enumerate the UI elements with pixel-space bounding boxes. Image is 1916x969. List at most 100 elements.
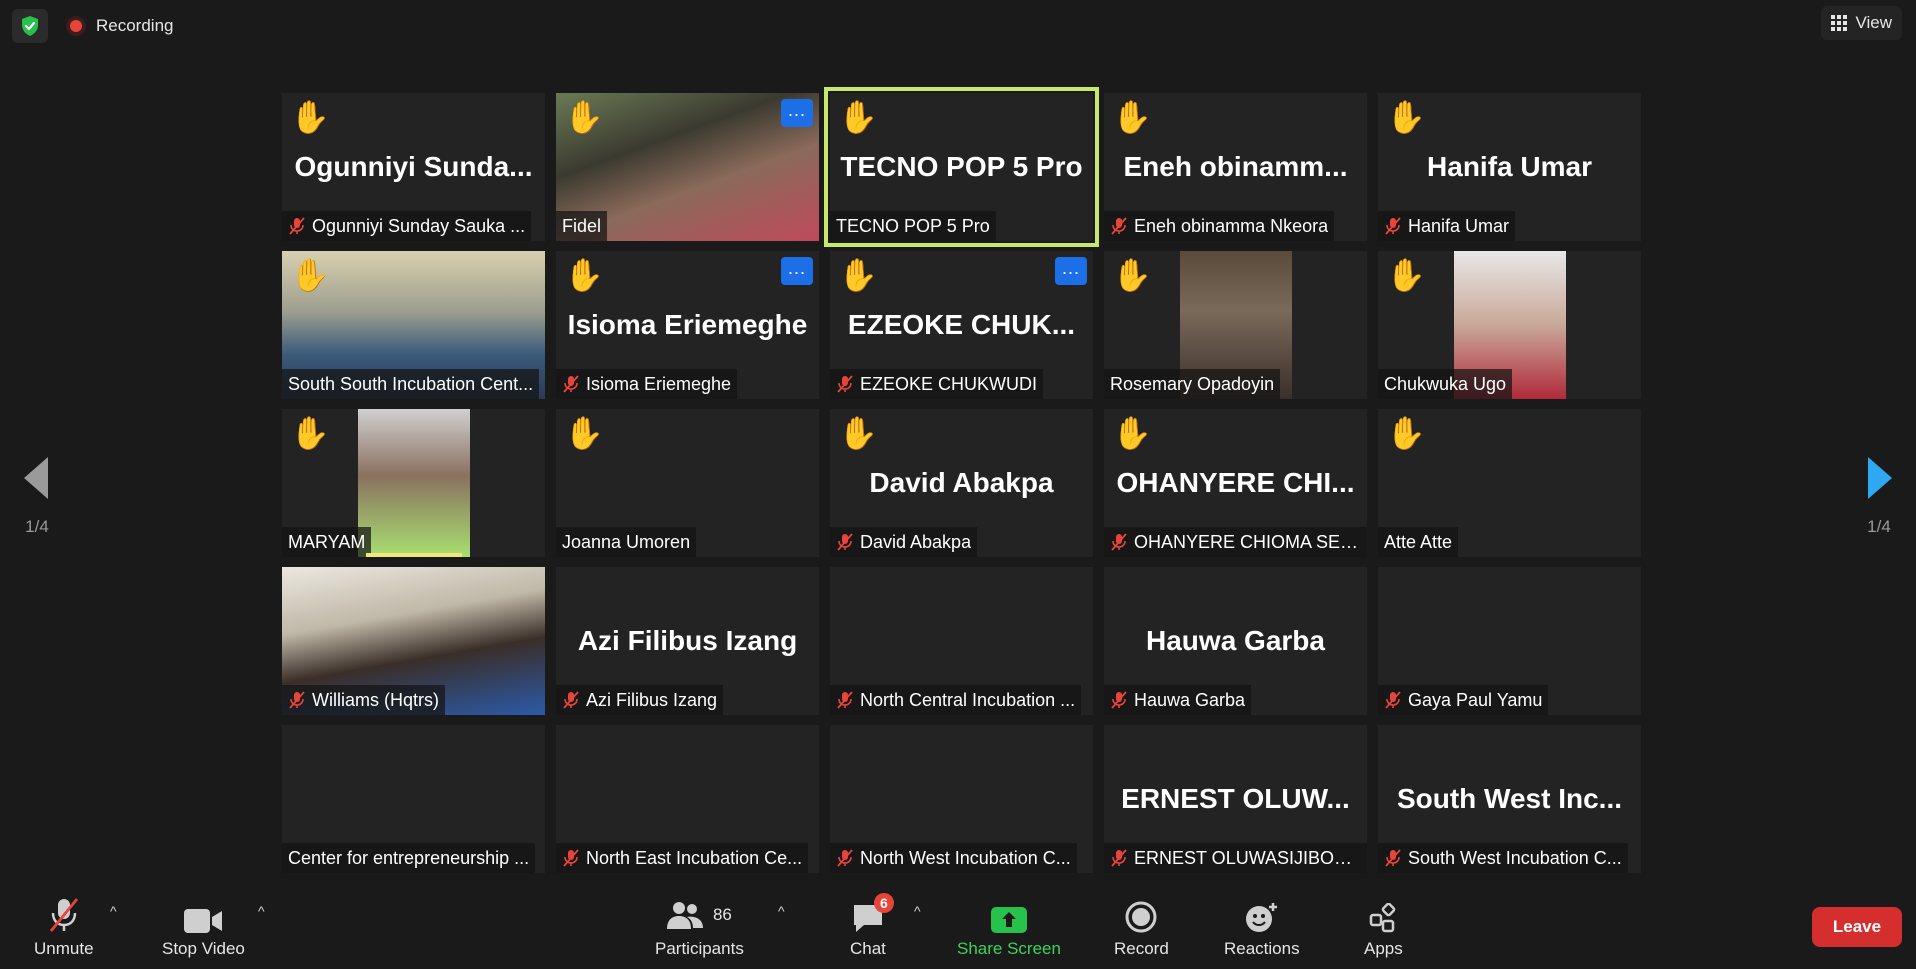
chat-button[interactable]: 6 Chat	[850, 893, 894, 959]
participant-name-bar: Center for entrepreneurship ...	[282, 843, 536, 873]
meeting-status-bar: Recording	[12, 9, 174, 43]
participant-name-bar: Joanna Umoren	[556, 527, 697, 557]
participants-options-chevron-up-icon[interactable]: ^	[778, 903, 785, 919]
microphone-muted-icon	[1110, 533, 1128, 551]
participant-tile[interactable]: Center for entrepreneurship ...	[282, 725, 545, 873]
raised-hand-icon: ✋	[290, 257, 330, 293]
participant-display-name: Eneh obinamm...	[1123, 151, 1348, 182]
participant-name: Joanna Umoren	[562, 531, 691, 552]
unmute-button[interactable]: Unmute	[34, 897, 94, 959]
participant-tile[interactable]: ERNEST OLUW... ERNEST OLUWASIJIBOMI ...	[1104, 725, 1367, 873]
participant-tile[interactable]: ✋ South South Incubation Cent...	[282, 251, 545, 399]
share-screen-button[interactable]: Share Screen	[957, 897, 1061, 959]
participant-display-name: Azi Filibus Izang	[577, 625, 798, 656]
microphone-muted-icon	[1110, 217, 1128, 235]
participant-name: Gaya Paul Yamu	[1408, 689, 1543, 710]
participant-tile[interactable]: ✋ Atte Atte	[1378, 409, 1641, 557]
next-page-icon[interactable]	[1866, 457, 1892, 499]
participant-tile[interactable]: North Central Incubation ...	[830, 567, 1093, 715]
reactions-label: Reactions	[1224, 939, 1300, 958]
raised-hand-icon: ✋	[564, 99, 604, 135]
participant-name-bar: North West Incubation C...	[830, 843, 1077, 873]
participant-name: Fidel	[562, 215, 602, 236]
raised-hand-icon: ✋	[564, 415, 604, 451]
participant-name-bar: OHANYERE CHIOMA SER...	[1104, 527, 1367, 557]
participant-tile[interactable]: EZEOKE CHUK... ✋... EZEOKE CHUKWUDI	[830, 251, 1093, 399]
participant-tile[interactable]: David Abakpa ✋ David Abakpa	[830, 409, 1093, 557]
participants-button[interactable]: 86 Participants	[655, 897, 744, 959]
apps-button[interactable]: Apps	[1364, 897, 1403, 959]
more-options-icon[interactable]: ...	[1055, 257, 1087, 285]
participant-display-name: Ogunniyi Sunda...	[294, 151, 533, 182]
view-button[interactable]: View	[1821, 6, 1902, 40]
participant-name: Atte Atte	[1384, 531, 1453, 552]
raised-hand-icon: ✋	[1386, 257, 1426, 293]
participant-gallery: Ogunniyi Sunda... ✋ Ogunniyi Sunday Sauka …	[282, 87, 1641, 873]
microphone-muted-icon	[1110, 691, 1128, 709]
participant-tile[interactable]: ✋ MARYAM	[282, 409, 545, 557]
participant-tile[interactable]: Williams (Hqtrs)	[282, 567, 545, 715]
participant-display-name: OHANYERE CHI...	[1116, 467, 1355, 498]
participant-tile[interactable]: Isioma Eriemeghe ✋... Isioma Eriemeghe	[556, 251, 819, 399]
participant-tile[interactable]: Ogunniyi Sunda... ✋ Ogunniyi Sunday Sauka …	[282, 93, 545, 241]
participant-name-bar: Atte Atte	[1378, 527, 1459, 557]
participant-tile[interactable]: Azi Filibus Izang Azi Filibus Izang	[556, 567, 819, 715]
audio-options-chevron-up-icon[interactable]: ^	[110, 903, 117, 919]
raised-hand-icon: ✋	[1386, 415, 1426, 451]
participant-name-bar: David Abakpa	[830, 527, 978, 557]
previous-page-icon[interactable]	[24, 457, 50, 499]
raised-hand-icon: ✋	[1112, 415, 1152, 451]
participant-name: David Abakpa	[860, 531, 972, 552]
meeting-toolbar: Unmute ^ Stop Video ^ 86 Participants ^ …	[0, 889, 1916, 969]
participant-name-bar: Ogunniyi Sunday Sauka ...	[282, 211, 532, 241]
participant-tile[interactable]: Hauwa Garba Hauwa Garba	[1104, 567, 1367, 715]
participant-tile[interactable]: ✋ Chukwuka Ugo	[1378, 251, 1641, 399]
participant-name-bar: Rosemary Opadoyin	[1104, 369, 1281, 399]
microphone-muted-icon	[836, 533, 854, 551]
participant-tile[interactable]: ✋... Fidel	[556, 93, 819, 241]
reactions-button[interactable]: Reactions	[1224, 897, 1300, 959]
chat-label: Chat	[850, 939, 886, 958]
video-options-chevron-up-icon[interactable]: ^	[258, 903, 265, 919]
stop-video-button[interactable]: Stop Video	[162, 897, 245, 959]
participant-name-bar: North Central Incubation ...	[830, 685, 1082, 715]
participant-display-name: Hanifa Umar	[1427, 151, 1592, 182]
raised-hand-icon: ✋	[1386, 99, 1426, 135]
participant-name-bar: Gaya Paul Yamu	[1378, 685, 1549, 715]
share-screen-label: Share Screen	[957, 939, 1061, 958]
participant-name: Williams (Hqtrs)	[312, 689, 439, 710]
participant-tile[interactable]: Eneh obinamm... ✋ Eneh obinamma Nkeora	[1104, 93, 1367, 241]
participant-tile[interactable]: North West Incubation C...	[830, 725, 1093, 873]
record-button[interactable]: Record	[1114, 897, 1169, 959]
recording-indicator[interactable]: Recording	[66, 16, 174, 36]
participant-tile[interactable]: OHANYERE CHI... ✋ OHANYERE CHIOMA SER...	[1104, 409, 1367, 557]
participant-tile[interactable]: Hanifa Umar ✋ Hanifa Umar	[1378, 93, 1641, 241]
participant-tile[interactable]: ✋ Joanna Umoren	[556, 409, 819, 557]
participant-name-bar: Hauwa Garba	[1104, 685, 1252, 715]
participant-tile[interactable]: North East Incubation Ce...	[556, 725, 819, 873]
participants-count: 86	[712, 905, 732, 924]
apps-icon	[1369, 897, 1397, 933]
participant-name: Isioma Eriemeghe	[586, 373, 732, 394]
chat-options-chevron-up-icon[interactable]: ^	[914, 903, 921, 919]
more-options-icon[interactable]: ...	[781, 99, 813, 127]
participants-icon	[666, 902, 703, 929]
next-page[interactable]: 1/4	[1866, 457, 1892, 537]
participant-name-bar: Azi Filibus Izang	[556, 685, 724, 715]
participant-name: Hauwa Garba	[1134, 689, 1246, 710]
previous-page[interactable]: 1/4	[24, 457, 50, 537]
more-options-icon[interactable]: ...	[781, 257, 813, 285]
participant-tile[interactable]: Gaya Paul Yamu	[1378, 567, 1641, 715]
security-shield-icon[interactable]	[12, 9, 48, 43]
participant-tile[interactable]: ✋ Rosemary Opadoyin	[1104, 251, 1367, 399]
participant-name: Rosemary Opadoyin	[1110, 373, 1275, 394]
chat-icon: 6	[852, 893, 894, 933]
participant-name: North West Incubation C...	[860, 847, 1071, 868]
participant-name: Chukwuka Ugo	[1384, 373, 1507, 394]
record-icon	[1125, 897, 1157, 933]
participant-name: Eneh obinamma Nkeora	[1134, 215, 1329, 236]
leave-button[interactable]: Leave	[1812, 907, 1902, 947]
participant-display-name: TECNO POP 5 Pro	[840, 151, 1083, 182]
participant-tile[interactable]: South West Inc... South West Incubation C…	[1378, 725, 1641, 873]
participant-tile[interactable]: TECNO POP 5 Pro ✋ TECNO POP 5 Pro	[824, 87, 1099, 247]
